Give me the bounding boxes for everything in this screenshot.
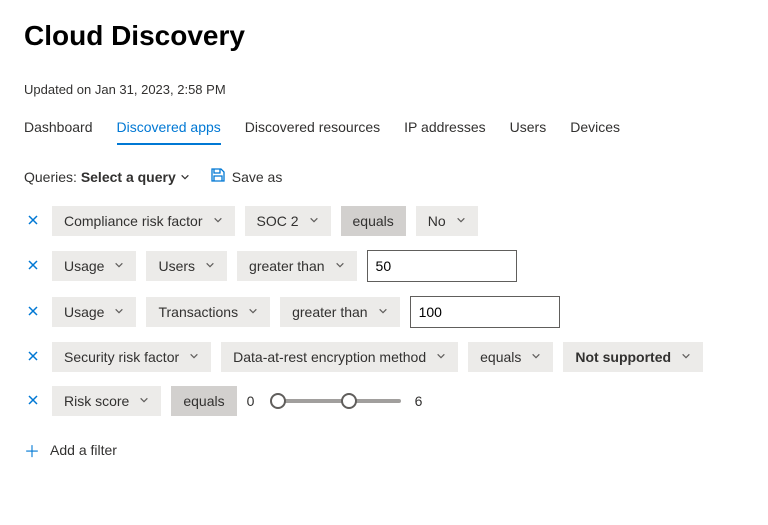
tab-discovered-resources[interactable]: Discovered resources (245, 115, 380, 145)
save-as-button[interactable]: Save as (210, 167, 283, 186)
close-icon (27, 350, 39, 362)
filter-subfield[interactable]: SOC 2 (245, 206, 331, 236)
queries-label: Queries: (24, 169, 77, 185)
slider-max-label: 6 (415, 393, 425, 409)
filter-row: Security risk factor Data-at-rest encrypt… (24, 342, 744, 372)
filter-operator[interactable]: greater than (280, 297, 400, 327)
filter-subfield-label: Users (158, 258, 195, 274)
filter-field[interactable]: Security risk factor (52, 342, 211, 372)
filter-field-label: Security risk factor (64, 349, 179, 365)
chevron-down-icon (335, 260, 345, 270)
remove-filter-button[interactable] (24, 393, 42, 409)
chevron-down-icon (456, 215, 466, 225)
chevron-down-icon (248, 306, 258, 316)
filter-field-label: Usage (64, 304, 104, 320)
filter-row: Usage Transactions greater than (24, 296, 744, 328)
chevron-down-icon (213, 215, 223, 225)
filters-list: Compliance risk factor SOC 2 equals No Usage… (24, 206, 744, 416)
filter-subfield[interactable]: Transactions (146, 297, 270, 327)
slider-min-label: 0 (247, 393, 257, 409)
tab-ip-addresses[interactable]: IP addresses (404, 115, 485, 145)
chevron-down-icon (205, 260, 215, 270)
save-icon (210, 167, 226, 186)
chevron-down-icon (378, 306, 388, 316)
save-as-label: Save as (232, 169, 283, 185)
chevron-down-icon (309, 215, 319, 225)
slider-track[interactable] (271, 399, 401, 403)
page-title: Cloud Discovery (24, 20, 744, 52)
filter-field[interactable]: Compliance risk factor (52, 206, 235, 236)
queries-select[interactable]: Select a query (81, 169, 190, 185)
filter-operator[interactable]: equals (468, 342, 553, 372)
filter-operator-label: equals (353, 213, 394, 229)
slider-thumb-high[interactable] (341, 393, 357, 409)
chevron-down-icon (114, 306, 124, 316)
filter-value[interactable]: Not supported (563, 342, 703, 372)
chevron-down-icon (139, 395, 149, 405)
remove-filter-button[interactable] (24, 304, 42, 320)
close-icon (27, 394, 39, 406)
filter-subfield-label: Transactions (158, 304, 238, 320)
filter-value[interactable]: No (416, 206, 478, 236)
tab-devices[interactable]: Devices (570, 115, 620, 145)
remove-filter-button[interactable] (24, 258, 42, 274)
chevron-down-icon (114, 260, 124, 270)
filter-operator-label: equals (183, 393, 224, 409)
filter-operator[interactable]: greater than (237, 251, 357, 281)
chevron-down-icon (681, 351, 691, 361)
tab-discovered-apps[interactable]: Discovered apps (117, 115, 221, 145)
add-filter-button[interactable]: ＋ Add a filter (24, 438, 117, 462)
filter-value-input[interactable] (367, 250, 517, 282)
remove-filter-button[interactable] (24, 213, 42, 229)
queries-select-label: Select a query (81, 169, 176, 185)
remove-filter-button[interactable] (24, 349, 42, 365)
filter-field-label: Compliance risk factor (64, 213, 203, 229)
risk-score-slider: 06 (247, 393, 425, 409)
filter-field-label: Usage (64, 258, 104, 274)
chevron-down-icon (189, 351, 199, 361)
filter-operator-label: greater than (249, 258, 325, 274)
updated-timestamp: Updated on Jan 31, 2023, 2:58 PM (24, 82, 744, 97)
slider-thumb-low[interactable] (270, 393, 286, 409)
filter-row: Usage Users greater than (24, 250, 744, 282)
filter-field[interactable]: Risk score (52, 386, 161, 416)
filter-operator-label: greater than (292, 304, 368, 320)
filter-value-label: Not supported (575, 349, 671, 365)
chevron-down-icon (180, 172, 190, 182)
filter-row: Risk scoreequals06 (24, 386, 744, 416)
chevron-down-icon (436, 351, 446, 361)
filter-value-label: No (428, 213, 446, 229)
filter-subfield-label: Data-at-rest encryption method (233, 349, 426, 365)
filter-field[interactable]: Usage (52, 297, 136, 327)
filter-field[interactable]: Usage (52, 251, 136, 281)
plus-icon: ＋ (24, 438, 40, 462)
tab-users[interactable]: Users (510, 115, 547, 145)
filter-subfield[interactable]: Data-at-rest encryption method (221, 342, 458, 372)
filter-operator-label: equals (480, 349, 521, 365)
close-icon (27, 214, 39, 226)
close-icon (27, 259, 39, 271)
add-filter-label: Add a filter (50, 442, 117, 458)
filter-row: Compliance risk factor SOC 2 equals No (24, 206, 744, 236)
queries-row: Queries: Select a query Save as (24, 167, 744, 186)
tab-bar: Dashboard Discovered apps Discovered resou… (24, 115, 744, 145)
filter-operator[interactable]: equals (171, 386, 236, 416)
filter-subfield[interactable]: Users (146, 251, 227, 281)
chevron-down-icon (531, 351, 541, 361)
filter-value-input[interactable] (410, 296, 560, 328)
filter-subfield-label: SOC 2 (257, 213, 299, 229)
close-icon (27, 305, 39, 317)
tab-dashboard[interactable]: Dashboard (24, 115, 93, 145)
filter-operator[interactable]: equals (341, 206, 406, 236)
filter-field-label: Risk score (64, 393, 129, 409)
